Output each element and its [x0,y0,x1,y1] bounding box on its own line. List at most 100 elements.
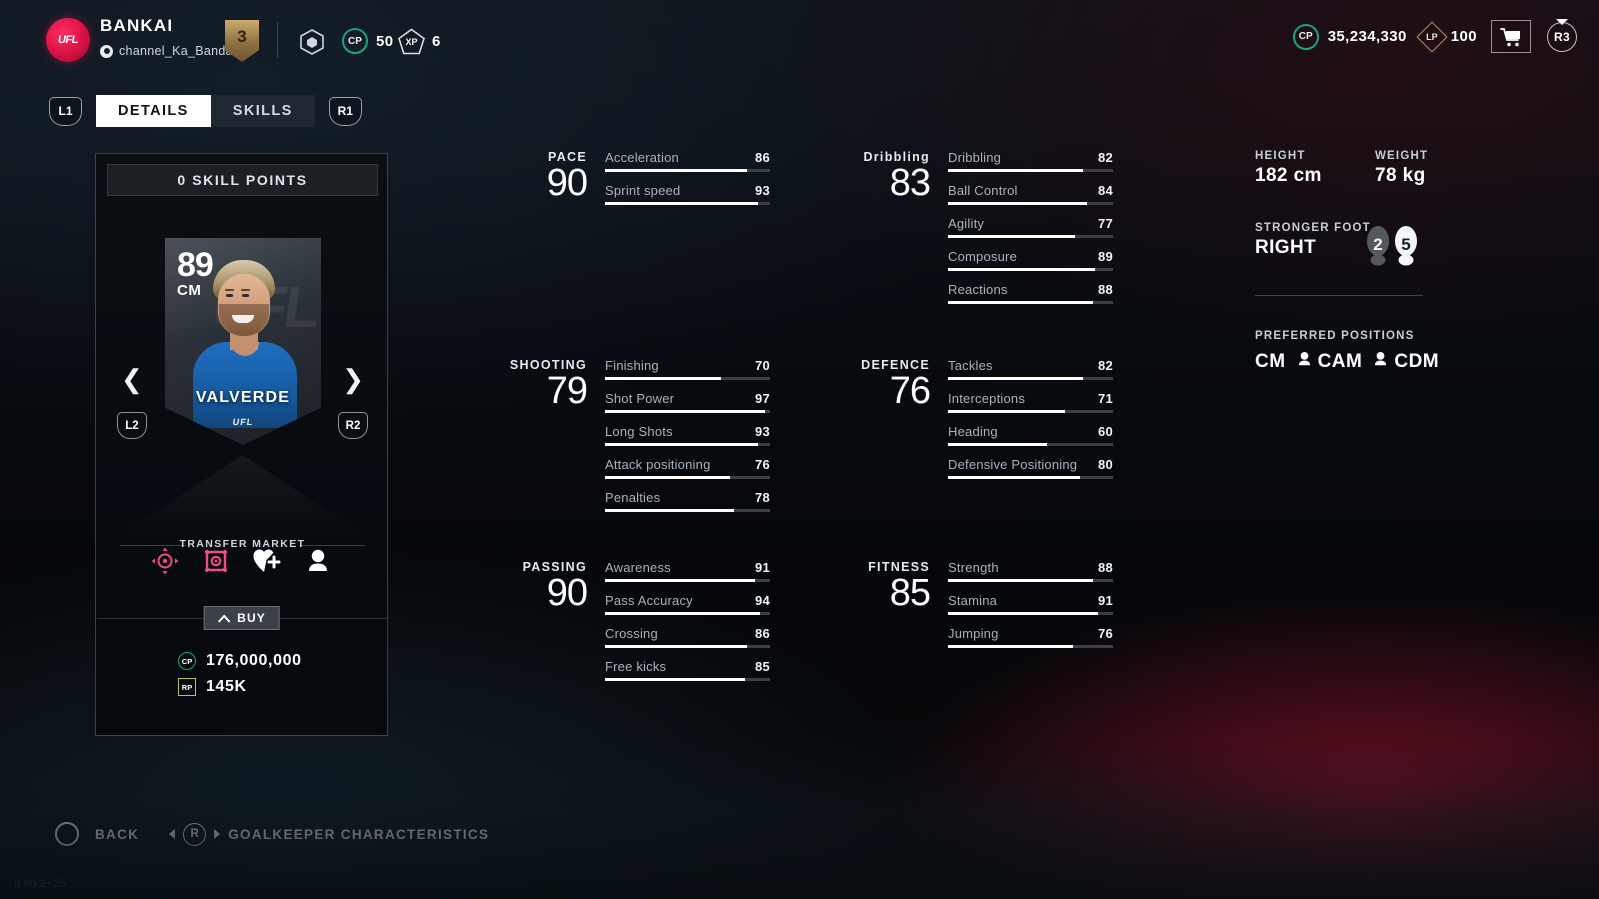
stat-group-value: 90 [546,572,588,614]
club-hex-icon[interactable] [298,28,326,56]
lp-balance-value: 100 [1450,28,1477,45]
stat-row-name: Composure [948,249,1017,264]
price-row-rp: RP 145K [178,678,302,696]
stat-row-value: 88 [1097,560,1113,575]
skill-points-bar[interactable]: 0 SKILL POINTS [107,164,378,196]
card-position: CM [177,282,202,300]
tab-skills[interactable]: SKILLS [211,95,315,127]
stat-group: SHOOTING 79 Finishing 70 Shot Power 97 Long Sh… [487,358,787,523]
stat-row-bar [948,301,1113,304]
xp-chip-small: XP 6 [398,28,441,55]
player-card-panel: 0 SKILL POINTS UFL 89 CM [95,153,388,736]
store-button[interactable] [1491,20,1531,53]
stat-row-bar-fill [948,202,1087,205]
goalkeeper-characteristics-label: GOALKEEPER CHARACTERISTICS [228,826,490,842]
xp-icon-label: XP [405,36,418,47]
stat-row-value: 85 [754,659,770,674]
stat-row: Jumping 76 [948,626,1113,648]
r3-menu-button[interactable]: R3 [1545,18,1579,53]
stat-row-value: 78 [754,490,770,505]
stat-row-bar-fill [948,301,1094,304]
position-pin-icon[interactable] [303,546,333,576]
next-player-arrow-icon[interactable]: ❯ [342,364,364,395]
price-list: CP 176,000,000 RP 145K [178,652,302,696]
stat-row: Tackles 82 [948,358,1113,380]
upgrade-icon[interactable] [201,546,231,576]
back-label: BACK [95,826,140,842]
stat-row: Reactions 88 [948,282,1113,304]
stat-row: Ball Control 84 [948,183,1113,205]
stat-row: Crossing 86 [605,626,770,648]
player-info-panel: HEIGHT 182 cm WEIGHT 78 kg STRONGER FOOT… [1255,150,1495,374]
card-podium [121,455,364,535]
top-right-group: CP 35,234,330 LP 100 R3 [1292,18,1579,53]
stat-row: Awareness 91 [605,560,770,582]
stat-row-bar-fill [605,678,746,681]
stat-row-value: 91 [754,560,770,575]
goalkeeper-characteristics-shortcut[interactable]: R GOALKEEPER CHARACTERISTICS [169,822,490,846]
l1-bumper[interactable]: L1 [49,96,82,126]
tab-details[interactable]: DETAILS [96,95,211,127]
card-brand: UFL [232,417,254,427]
stat-group: PACE 90 Acceleration 86 Sprint speed 93 [487,150,787,216]
stat-row-value: 82 [1097,150,1113,165]
weak-foot-icon: 2 [1365,224,1391,266]
favourite-add-icon[interactable] [252,546,282,576]
l2-trigger[interactable]: L2 [117,412,147,439]
stat-row-bar [948,645,1113,648]
stat-row: Attack positioning 76 [605,457,770,479]
preferred-positions-list: CM CAM CDM [1255,350,1455,374]
stat-row-bar-fill [948,377,1084,380]
back-button-icon[interactable] [55,822,79,846]
player-card[interactable]: UFL 89 CM VALVERDE UFL [165,238,321,445]
right-arrow-icon [214,829,221,839]
buy-button[interactable]: BUY [203,606,280,630]
stat-row-bar [948,169,1113,172]
height-block: HEIGHT 182 cm [1255,150,1375,187]
stat-group-header: FITNESS 85 [830,560,931,615]
stat-row-value: 86 [754,626,770,641]
stat-row: Free kicks 85 [605,659,770,681]
height-weight-row: HEIGHT 182 cm WEIGHT 78 kg [1255,150,1495,187]
stat-row-name: Long Shots [605,424,673,439]
stat-row-value: 84 [1097,183,1113,198]
avatar[interactable]: UFL [46,18,90,62]
stat-row-name: Heading [948,424,998,439]
bottom-bar: BACK R GOALKEEPER CHARACTERISTICS [55,822,489,846]
weight-value: 78 kg [1375,165,1426,186]
height-value: 182 cm [1255,165,1322,186]
game-screen: UFL BANKAI channel_Ka_Banda 3 CP 50 XP 6… [0,0,1599,899]
stat-row-bar-fill [948,579,1094,582]
card-player-name: VALVERDE [195,389,291,406]
stat-row-bar [948,377,1113,380]
stat-row-value: 70 [754,358,770,373]
stat-row-bar-fill [605,377,721,380]
stat-row-bar [948,410,1113,413]
stat-row-value: 93 [754,424,770,439]
prev-player-arrow-icon[interactable]: ❮ [121,364,143,395]
stat-row-bar [605,377,770,380]
r1-bumper[interactable]: R1 [328,96,362,126]
stat-row: Long Shots 93 [605,424,770,446]
target-icon[interactable] [150,546,180,576]
r2-trigger[interactable]: R2 [338,412,368,439]
preferred-position-label: CAM [1317,351,1363,372]
stat-row-value: 82 [1097,358,1113,373]
stat-rows: Tackles 82 Interceptions 71 Heading 60 Defensi… [948,358,1113,479]
stat-row: Shot Power 97 [605,391,770,413]
stat-row-bar-fill [605,443,759,446]
stat-group-header: PASSING 90 [487,560,588,615]
stat-row-name: Acceleration [605,150,679,165]
username: BANKAI [100,16,174,35]
cp-balance[interactable]: CP 35,234,330 [1292,23,1407,50]
lp-balance[interactable]: LP 100 [1416,20,1477,53]
stat-group-value: 90 [546,162,588,204]
stat-row-name: Shot Power [605,391,675,406]
handle-row: channel_Ka_Banda [100,44,233,58]
stat-row-bar-fill [948,612,1099,615]
stat-row-name: Pass Accuracy [605,593,693,608]
stat-row-bar-fill [948,645,1074,648]
top-bar: UFL BANKAI channel_Ka_Banda 3 CP 50 XP 6… [0,0,1599,82]
stat-row: Pass Accuracy 94 [605,593,770,615]
cp-chip-small: CP 50 [342,28,394,54]
